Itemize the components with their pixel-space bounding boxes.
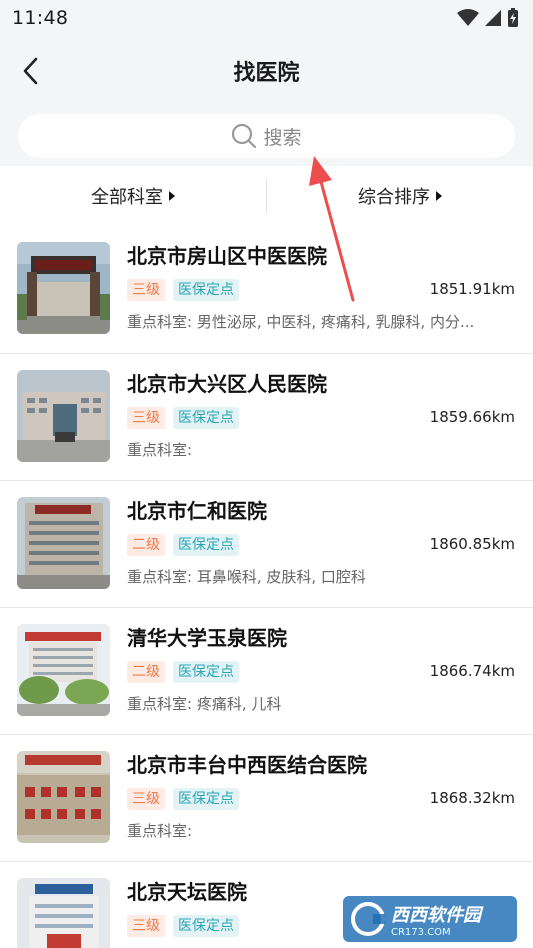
- insurance-badge: 医保定点: [173, 407, 239, 429]
- filter-sort[interactable]: 综合排序: [267, 166, 533, 226]
- level-badge: 二级: [127, 534, 165, 556]
- level-badge: 二级: [127, 661, 165, 683]
- hospital-info: 清华大学玉泉医院 二级 医保定点 1866.74km 重点科室: 疼痛科, 儿科: [127, 624, 515, 734]
- hospital-item[interactable]: 北京市房山区中医医院 三级 医保定点 1851.91km 重点科室: 男性泌尿,…: [0, 226, 533, 353]
- distance: 1859.66km: [429, 408, 515, 426]
- level-badge: 三级: [127, 915, 165, 937]
- watermark-logo: 西西软件园 CR173.COM: [343, 896, 517, 942]
- key-departments: 重点科室: 男性泌尿, 中医科, 疼痛科, 乳腺科, 内分...: [127, 313, 475, 331]
- key-departments: 重点科室:: [127, 822, 193, 840]
- hospital-info: 北京市丰台中西医结合医院 三级 医保定点 1868.32km 重点科室:: [127, 751, 515, 861]
- distance: 1868.32km: [429, 789, 515, 807]
- hospital-name: 清华大学玉泉医院: [127, 626, 287, 650]
- hospital-name: 北京市大兴区人民医院: [127, 372, 327, 396]
- insurance-badge: 医保定点: [173, 788, 239, 810]
- key-departments: 重点科室: 耳鼻喉科, 皮肤科, 口腔科: [127, 568, 366, 586]
- hospital-photo: [17, 751, 110, 843]
- hospital-info: 北京市大兴区人民医院 三级 医保定点 1859.66km 重点科室:: [127, 370, 515, 480]
- filter-department-label: 全部科室: [91, 187, 163, 208]
- filter-bar: 全部科室 综合排序: [0, 166, 533, 226]
- hospital-list: 北京市房山区中医医院 三级 医保定点 1851.91km 重点科室: 男性泌尿,…: [0, 226, 533, 948]
- caret-right-icon: [169, 191, 175, 201]
- hospital-name: 北京市丰台中西医结合医院: [127, 753, 367, 777]
- status-bar: 11:48: [0, 0, 533, 36]
- hospital-photo: [17, 624, 110, 716]
- watermark-site: CR173.COM: [391, 926, 451, 938]
- distance: 1860.85km: [429, 535, 515, 553]
- level-badge: 三级: [127, 407, 165, 429]
- key-departments: 重点科室:: [127, 441, 193, 459]
- page-title: 找医院: [233, 61, 300, 86]
- search-input[interactable]: 搜索: [18, 114, 515, 158]
- logo-icon: [351, 902, 385, 936]
- hospital-name: 北京市房山区中医医院: [127, 244, 327, 268]
- key-departments: 重点科室: 疼痛科, 儿科: [127, 695, 282, 713]
- search-container: 搜索: [0, 106, 533, 166]
- status-time: 11:48: [12, 7, 69, 29]
- insurance-badge: 医保定点: [173, 279, 239, 301]
- watermark-brand: 西西软件园: [391, 904, 481, 926]
- back-button[interactable]: [14, 54, 46, 88]
- insurance-badge: 医保定点: [173, 661, 239, 683]
- level-badge: 三级: [127, 788, 165, 810]
- filter-sort-label: 综合排序: [358, 187, 430, 208]
- hospital-photo: [17, 878, 110, 948]
- signal-icon: [485, 10, 501, 26]
- hospital-info: 北京市仁和医院 二级 医保定点 1860.85km 重点科室: 耳鼻喉科, 皮肤…: [127, 497, 515, 607]
- filter-department[interactable]: 全部科室: [0, 166, 266, 226]
- page-header: 找医院: [0, 36, 533, 106]
- search-icon: [232, 123, 257, 149]
- insurance-badge: 医保定点: [173, 915, 239, 937]
- insurance-badge: 医保定点: [173, 534, 239, 556]
- hospital-item[interactable]: 北京市大兴区人民医院 三级 医保定点 1859.66km 重点科室:: [0, 353, 533, 480]
- status-icons: [457, 8, 519, 28]
- hospital-info: 北京市房山区中医医院 三级 医保定点 1851.91km 重点科室: 男性泌尿,…: [127, 242, 515, 353]
- hospital-photo: [17, 370, 110, 462]
- search-placeholder: 搜索: [263, 126, 302, 149]
- battery-charging-icon: [508, 8, 518, 27]
- hospital-photo: [17, 497, 110, 589]
- hospital-item[interactable]: 北京市丰台中西医结合医院 三级 医保定点 1868.32km 重点科室:: [0, 734, 533, 861]
- hospital-item[interactable]: 北京市仁和医院 二级 医保定点 1860.85km 重点科室: 耳鼻喉科, 皮肤…: [0, 480, 533, 607]
- chevron-left-icon: [23, 57, 38, 85]
- hospital-name: 北京市仁和医院: [127, 499, 267, 523]
- hospital-photo: [17, 242, 110, 334]
- hospital-item[interactable]: 清华大学玉泉医院 二级 医保定点 1866.74km 重点科室: 疼痛科, 儿科: [0, 607, 533, 734]
- level-badge: 三级: [127, 279, 165, 301]
- distance: 1851.91km: [429, 280, 515, 298]
- wifi-icon: [457, 9, 479, 26]
- caret-right-icon: [436, 191, 442, 201]
- distance: 1866.74km: [429, 662, 515, 680]
